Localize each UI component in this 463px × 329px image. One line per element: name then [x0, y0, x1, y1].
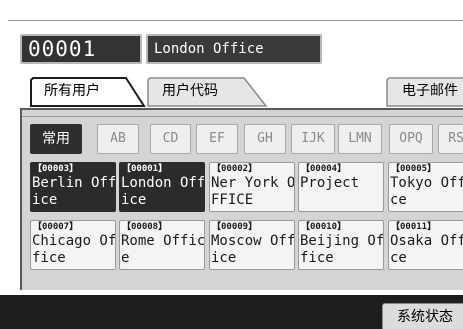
tab-label: 所有用户 — [44, 83, 100, 99]
index-key-cd[interactable]: CD — [150, 124, 191, 154]
entry-name: Osaka Off ce — [390, 233, 463, 266]
system-status-button[interactable]: 系统状态 — [382, 303, 463, 329]
tab-label: 用户代码 — [162, 83, 218, 99]
registration-number-field[interactable]: 00001 — [20, 34, 142, 64]
destination-entry[interactable]: 【00004】 Project — [298, 162, 384, 212]
index-key-opq[interactable]: OPQ — [389, 124, 433, 154]
entry-name: London Off ice — [121, 175, 205, 208]
tab-label: 电子邮件 — [402, 83, 458, 99]
index-key-ab[interactable]: AB — [97, 124, 139, 154]
entry-name: Berlin Off ice — [32, 175, 116, 208]
entry-name: Rome Offic e — [121, 233, 205, 266]
entry-number: 【00003】 — [33, 164, 79, 174]
entry-number: 【00007】 — [33, 222, 79, 232]
destination-entry[interactable]: 【00007】 Chicago Of fice — [30, 220, 116, 270]
entry-name: Chicago Of fice — [32, 233, 116, 266]
tab-user-code[interactable]: 用户代码 — [136, 77, 268, 107]
entry-number: 【00001】 — [122, 164, 168, 174]
index-key-lmn[interactable]: LMN — [338, 124, 382, 154]
entry-number: 【00004】 — [301, 164, 347, 174]
entry-number: 【00002】 — [212, 164, 258, 174]
destination-entry[interactable]: 【00001】 London Off ice — [119, 162, 205, 212]
destination-entry[interactable]: 【00008】 Rome Offic e — [119, 220, 205, 270]
index-key-frequent[interactable]: 常用 — [30, 124, 82, 154]
index-key-rst[interactable]: RST — [438, 124, 463, 154]
entry-name: Project — [300, 175, 360, 191]
tab-all-users[interactable]: 所有用户 — [30, 77, 146, 107]
index-key-ijk[interactable]: IJK — [291, 124, 335, 154]
destination-entry[interactable]: 【00005】 Tokyo Off ce — [388, 162, 463, 212]
index-key-gh[interactable]: GH — [244, 124, 286, 154]
destination-entry[interactable]: 【00010】 Beijing Of fice — [298, 220, 384, 270]
entry-name: Moscow Off ice — [211, 233, 295, 266]
address-book-screen: 00001 London Office 所有用户 用户代码 电子邮件 常用 AB… — [0, 0, 463, 329]
destination-entry[interactable]: 【00002】 Ner York O FFICE — [209, 162, 295, 212]
entry-number: 【00010】 — [301, 222, 347, 232]
entry-name: Tokyo Off ce — [390, 175, 463, 208]
panel-divider — [22, 116, 463, 117]
registration-name-field[interactable]: London Office — [146, 34, 322, 64]
destination-entry[interactable]: 【00011】 Osaka Off ce — [388, 220, 463, 270]
destination-entry[interactable]: 【00003】 Berlin Off ice — [30, 162, 116, 212]
entry-number: 【00009】 — [212, 222, 258, 232]
tab-email[interactable]: 电子邮件 — [386, 77, 463, 107]
entry-name: Ner York O FFICE — [211, 175, 295, 208]
entry-number: 【00008】 — [122, 222, 168, 232]
entry-number: 【00005】 — [391, 164, 437, 174]
destination-entry[interactable]: 【00009】 Moscow Off ice — [209, 220, 295, 270]
index-key-ef[interactable]: EF — [196, 124, 238, 154]
entry-number: 【00011】 — [391, 222, 437, 232]
entry-name: Beijing Of fice — [300, 233, 384, 266]
top-divider — [8, 20, 463, 21]
